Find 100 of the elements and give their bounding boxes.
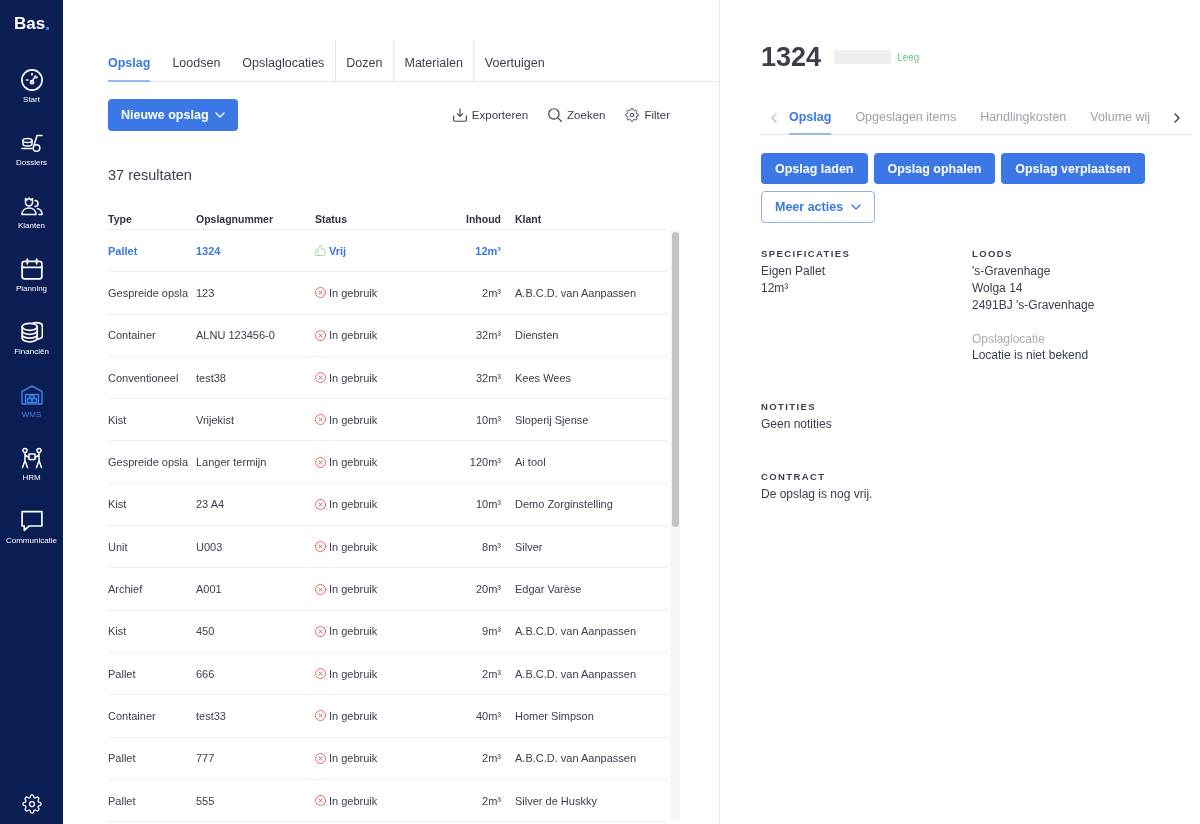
scrollbar-track[interactable] — [670, 230, 680, 820]
table-cell-text: Pallet — [108, 751, 137, 766]
status-label: In gebruik — [329, 539, 378, 554]
sidebar-item[interactable]: HRM — [0, 444, 63, 507]
table-cell-text: Pallet — [108, 793, 137, 808]
detail-text: Wolga 14 — [972, 280, 1024, 297]
column-header: Status — [315, 211, 349, 226]
table-cell-text: 32m³ — [474, 328, 501, 343]
toolbar-button[interactable]: Filter — [625, 108, 670, 122]
sidebar-item[interactable]: Planning — [0, 255, 63, 318]
hand-truck-icon — [20, 132, 43, 154]
table-cell-text: 555 — [196, 793, 216, 808]
tab[interactable]: Opslaglocaties — [242, 40, 325, 82]
table-cell-text: 450 — [196, 624, 216, 639]
new-storage-button[interactable]: Nieuwe opslag — [108, 99, 238, 131]
table-row[interactable]: Archief A001 In gebruik 20m³ Edgar Varèse — [108, 568, 668, 611]
table-cell-text: Vrijekist — [196, 412, 236, 427]
x-circle-icon — [315, 456, 326, 468]
table-row[interactable]: Gespreide opsla 123 In gebruik 2m³ A.B.C.D. van Aanpassen — [108, 272, 668, 315]
table-cell-text: Archief — [108, 582, 144, 596]
gauge-icon — [20, 69, 43, 91]
table-cell-text: 120m³ — [468, 455, 501, 470]
chevron-left-icon[interactable] — [771, 112, 777, 123]
sidebar-item[interactable]: Dossiers — [0, 129, 63, 192]
table-cell-text: Homer Simpson — [514, 708, 595, 723]
table-row[interactable]: Pallet 666 In gebruik 2m³ A.B.C.D. van Aanpassen — [108, 652, 668, 696]
action-button[interactable]: Opslag verplaatsen — [1001, 153, 1145, 184]
tab[interactable]: Dozen — [346, 40, 383, 82]
status-label: In gebruik — [329, 370, 378, 385]
table-cell-text: Demo Zorginstelling — [514, 497, 614, 512]
caret-icon — [214, 112, 225, 118]
sidebar-item[interactable]: WMS — [0, 381, 63, 444]
table-cell-text: Unit — [108, 539, 129, 554]
table-cell-text: Container — [108, 328, 157, 343]
people-carrying-box-icon — [20, 447, 43, 469]
table-cell-text: Silver — [514, 539, 544, 554]
more-actions-button[interactable]: Meer acties — [761, 191, 876, 223]
chevron-right-icon[interactable] — [1174, 112, 1181, 123]
status-label: In gebruik — [329, 708, 378, 723]
caret-icon — [851, 204, 862, 210]
table-cell-text: ALNU 123456-0 — [196, 328, 276, 343]
table-cell-text: A.B.C.D. van Aanpassen — [514, 666, 638, 681]
field-value: Locatie is niet bekend — [972, 347, 1090, 363]
toolbar-button[interactable]: Zoeken — [548, 108, 606, 122]
table-row[interactable]: Kist 23 A4 In gebruik 10m³ Demo Zorginstelling — [108, 483, 668, 527]
table-row[interactable]: Conventioneel test38 In gebruik 32m³ Kees Wees — [108, 356, 668, 400]
x-circle-icon — [315, 329, 326, 341]
table-cell-text: Conventioneel — [108, 370, 180, 385]
x-circle-icon — [315, 372, 326, 384]
warehouse-icon — [20, 384, 43, 406]
section-heading: SPECIFICATIES — [761, 248, 852, 260]
x-circle-icon — [315, 414, 326, 426]
sidebar-item[interactable]: Financiën — [0, 318, 63, 381]
sidebar-item[interactable]: Start — [0, 66, 63, 129]
table-row[interactable]: Container test33 In gebruik 40m³ Homer Simpson — [108, 695, 668, 738]
status-label: In gebruik — [329, 793, 378, 808]
settings-icon[interactable] — [21, 794, 42, 814]
table-cell-text: Kees Wees — [514, 370, 573, 385]
toolbar-button[interactable]: Exporteren — [452, 108, 529, 122]
table-row[interactable]: Pallet 555 In gebruik 2m³ Silver de Huskky — [108, 779, 668, 823]
table-cell-text: 10m³ — [474, 497, 501, 512]
tab[interactable]: Loodsen — [172, 40, 221, 82]
table-cell-text: 8m³ — [481, 539, 501, 554]
coins-icon — [20, 321, 43, 343]
sidebar-item[interactable]: Klanten — [0, 192, 63, 255]
table-row[interactable]: Unit U003 In gebruik 8m³ Silver — [108, 526, 668, 569]
tab[interactable]: Opslag — [108, 40, 151, 82]
status-label: In gebruik — [329, 455, 378, 470]
table-row[interactable]: Container ALNU 123456-0 In gebruik 32m³ Diensten — [108, 314, 668, 357]
table-row[interactable]: Gespreide opsla Langer termijn In gebruik 120m³ Ai tool — [108, 441, 668, 484]
x-circle-icon — [315, 498, 326, 510]
table-row[interactable]: Pallet 1324 Vrij 12m³ — [108, 230, 668, 273]
table-cell-text: Langer termijn — [196, 455, 268, 470]
sidebar-item[interactable]: Communicatie — [0, 507, 63, 570]
table-cell-text: A.B.C.D. van Aanpassen — [514, 624, 638, 639]
logo: Bas — [13, 14, 46, 34]
action-button[interactable]: Opslag laden — [761, 153, 868, 184]
tab[interactable]: Materialen — [404, 40, 463, 82]
table-cell-text: 23 A4 — [196, 497, 226, 512]
column-header: Inhoud — [465, 211, 501, 226]
table-cell-text: 2m³ — [481, 285, 501, 300]
table-row[interactable]: Kist Vrijekist In gebruik 10m³ Sloperij Sjense — [108, 399, 668, 442]
table-cell-text: Gespreide opsla — [108, 285, 190, 300]
scrollbar-thumb[interactable] — [671, 232, 679, 527]
status-label: In gebruik — [329, 582, 378, 596]
section-heading: CONTRACT — [761, 471, 827, 483]
table-row[interactable]: Kist 450 In gebruik 9m³ A.B.C.D. van Aanpassen — [108, 610, 668, 653]
action-button[interactable]: Opslag ophalen — [873, 153, 996, 184]
section-heading: LOODS — [972, 248, 1014, 260]
tab[interactable]: Opslag — [789, 101, 832, 135]
settings-icon — [625, 108, 640, 122]
column-header: Opslagnummer — [196, 211, 275, 226]
table-cell-text: Gespreide opsla — [108, 455, 190, 470]
section-heading: NOTITIES — [761, 401, 817, 413]
table-cell-text: A.B.C.D. van Aanpassen — [514, 285, 638, 300]
results-count: 37 resultaten — [108, 166, 193, 184]
table-cell-text: Ai tool — [514, 455, 547, 470]
tab[interactable]: Voertuigen — [484, 40, 545, 82]
table-cell-text: Kist — [108, 412, 128, 427]
table-row[interactable]: Pallet 777 In gebruik 2m³ A.B.C.D. van Aanpassen — [108, 737, 668, 780]
